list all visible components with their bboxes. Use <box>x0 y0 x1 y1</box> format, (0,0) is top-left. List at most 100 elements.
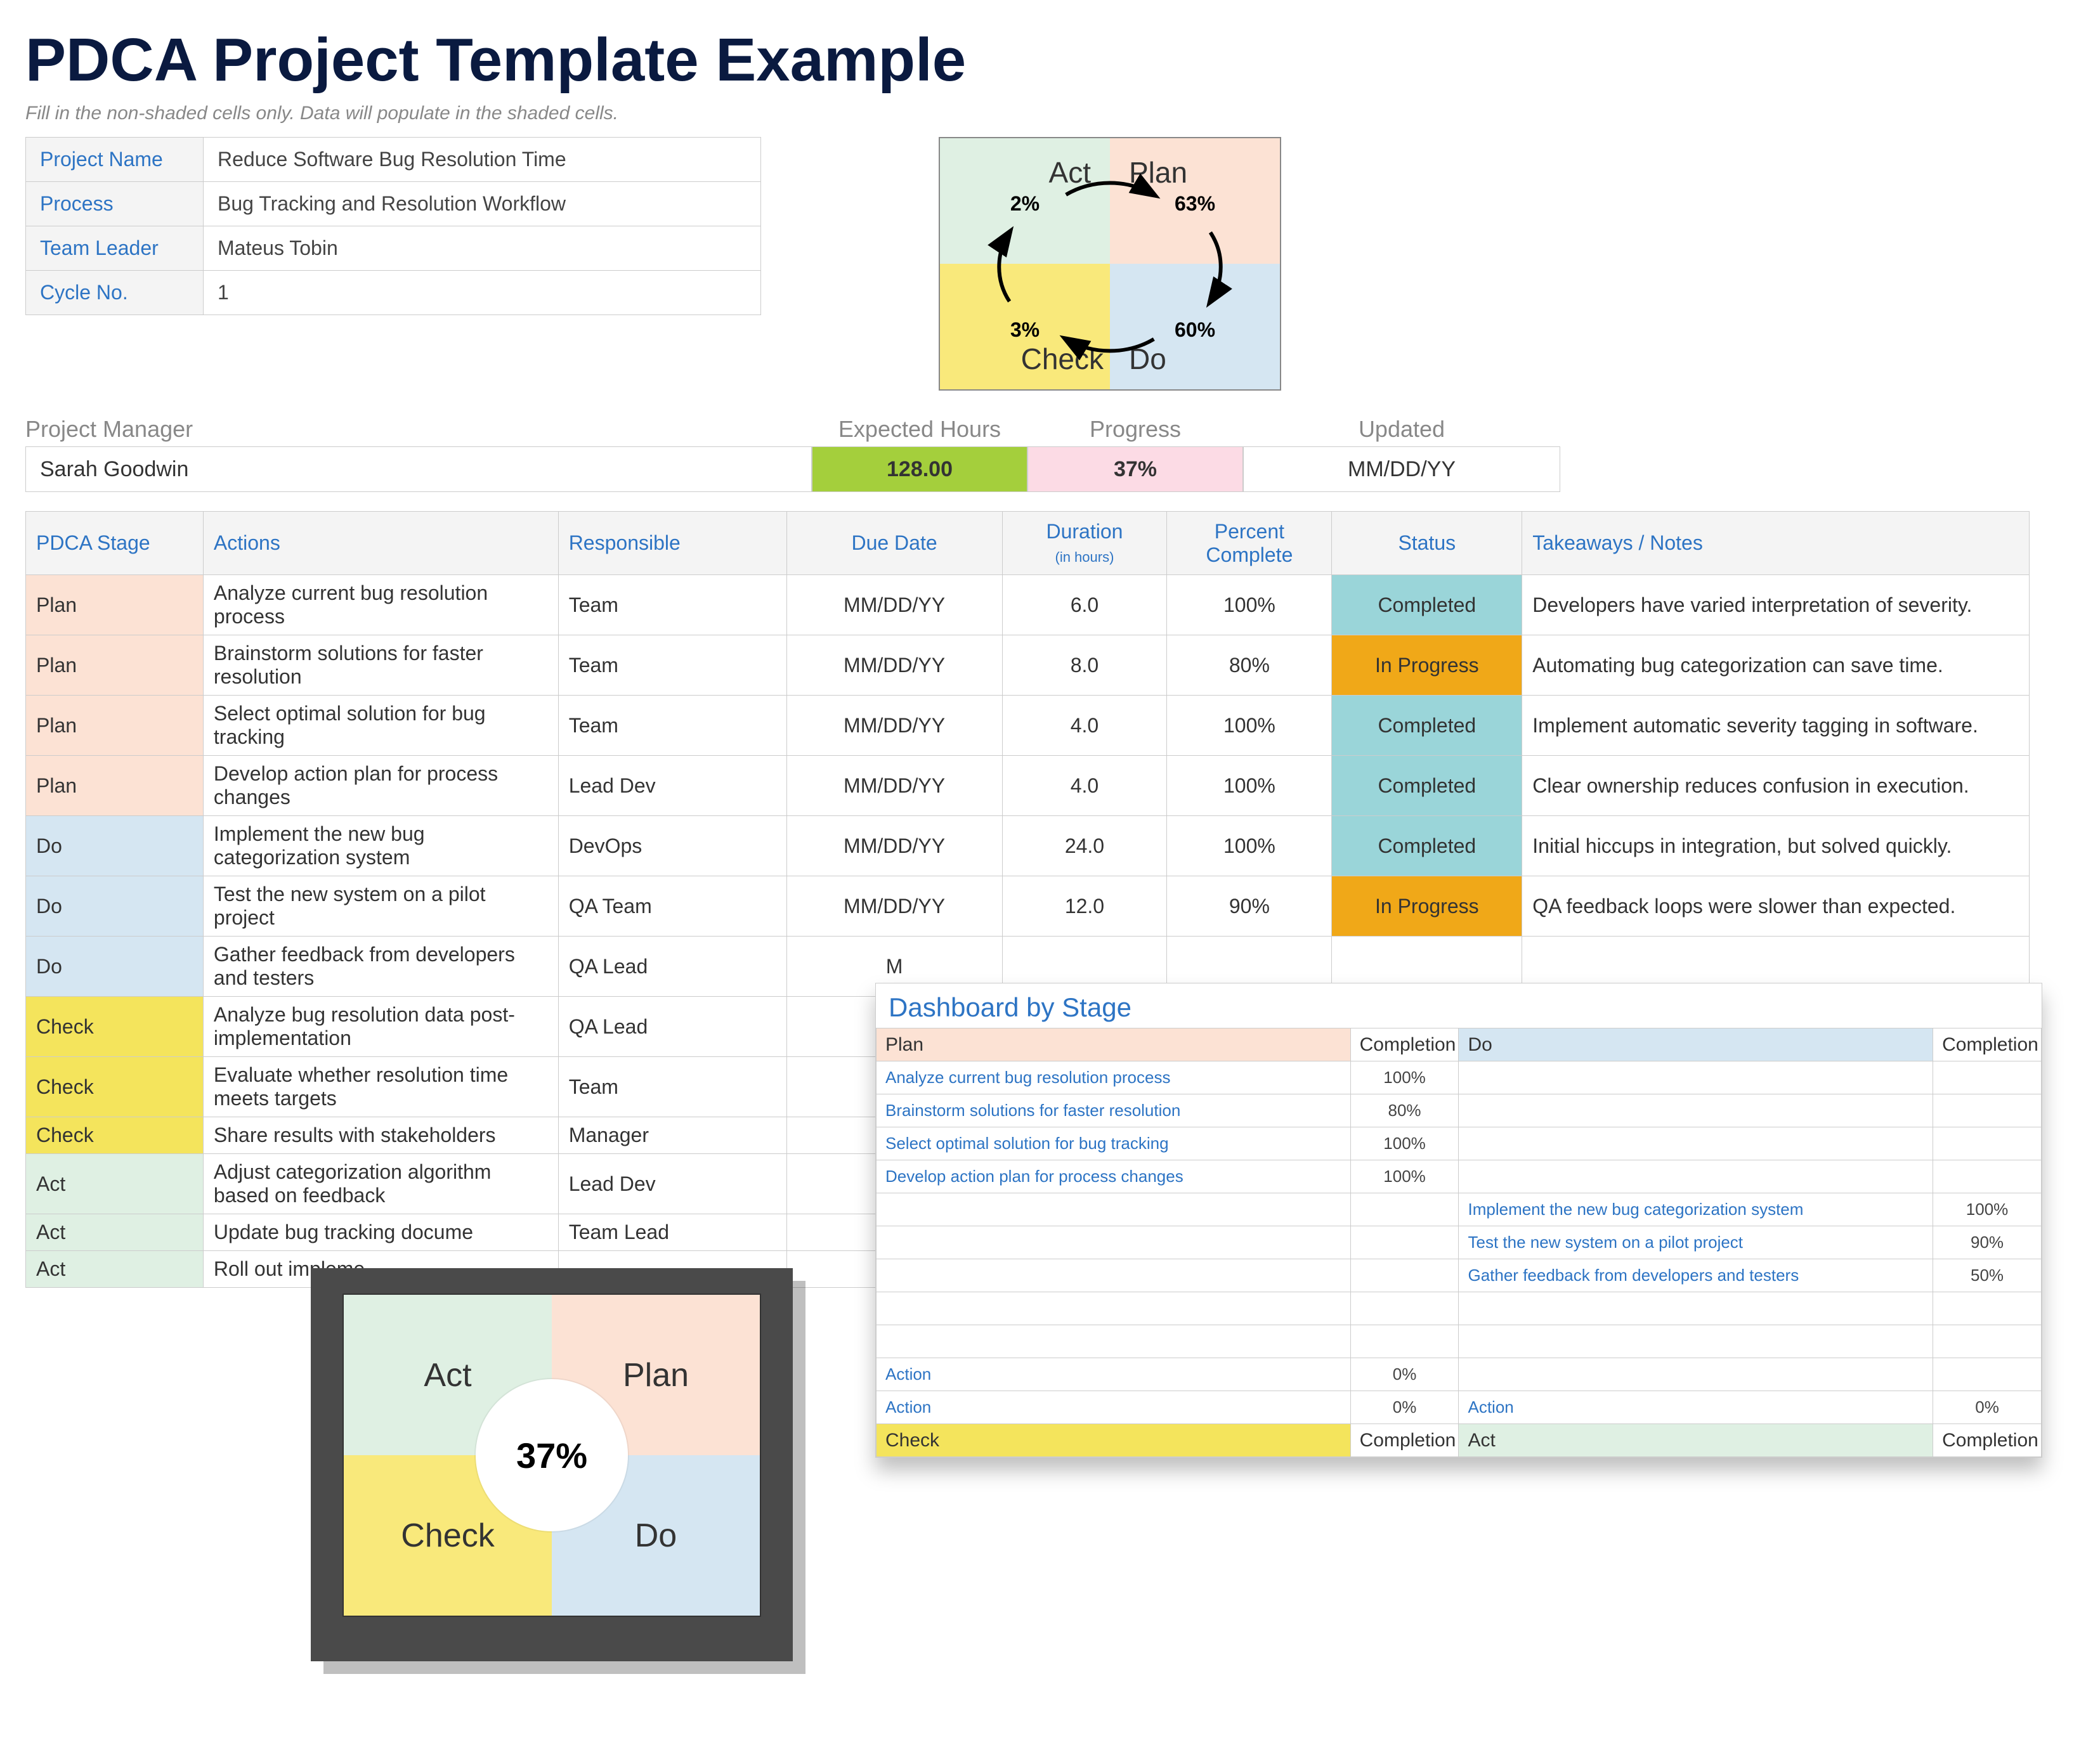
dash-plan-pct <box>1350 1292 1459 1325</box>
cell-action[interactable]: Implement the new bug categorization sys… <box>203 816 558 876</box>
dash-do-pct <box>1933 1292 2042 1325</box>
dash-do-pct: 100% <box>1933 1193 2042 1226</box>
pm-manager[interactable]: Sarah Goodwin <box>25 446 812 492</box>
cell-responsible[interactable]: Team <box>558 635 786 696</box>
cell-action[interactable]: Develop action plan for process changes <box>203 756 558 816</box>
pm-updated-label: Updated <box>1243 416 1560 446</box>
cell-responsible[interactable]: QA Lead <box>558 937 786 997</box>
dash-row: Action0%Action0% <box>877 1391 2042 1424</box>
cell-due[interactable]: MM/DD/YY <box>786 575 1002 635</box>
dash-do-pct: 0% <box>1933 1391 2042 1424</box>
meta-team-leader[interactable]: Mateus Tobin <box>204 226 761 271</box>
cell-action[interactable]: Analyze current bug resolution process <box>203 575 558 635</box>
dash-plan-pct: 0% <box>1350 1391 1459 1424</box>
cell-action[interactable]: Analyze bug resolution data post-impleme… <box>203 997 558 1057</box>
dash-do-item: Action <box>1459 1391 1933 1424</box>
dash-plan-pct <box>1350 1193 1459 1226</box>
cell-due[interactable]: MM/DD/YY <box>786 876 1002 937</box>
dash-plan-item: Analyze current bug resolution process <box>877 1061 1351 1094</box>
cell-due[interactable]: MM/DD/YY <box>786 635 1002 696</box>
dash-do-item <box>1459 1061 1933 1094</box>
cell-due[interactable]: MM/DD/YY <box>786 696 1002 756</box>
cell-notes[interactable]: Developers have varied interpretation of… <box>1522 575 2030 635</box>
cell-status[interactable]: In Progress <box>1332 876 1522 937</box>
dash-head-do: Do <box>1459 1028 1933 1061</box>
meta-cycle-no[interactable]: 1 <box>204 271 761 315</box>
dash-do-pct <box>1933 1127 2042 1160</box>
cell-due[interactable]: MM/DD/YY <box>786 756 1002 816</box>
instruction-hint: Fill in the non-shaded cells only. Data … <box>25 103 2068 124</box>
cell-responsible[interactable]: Team <box>558 575 786 635</box>
cell-responsible[interactable]: QA Lead <box>558 997 786 1057</box>
cycle-quadrant-act: Act 2% <box>940 138 1110 264</box>
cell-notes[interactable]: QA feedback loops were slower than expec… <box>1522 876 2030 937</box>
cell-responsible[interactable]: Team Lead <box>558 1214 786 1251</box>
cell-percent[interactable]: 100% <box>1167 575 1332 635</box>
header-notes: Takeaways / Notes <box>1522 512 2030 575</box>
dash-row: Implement the new bug categorization sys… <box>877 1193 2042 1226</box>
cell-notes[interactable]: Clear ownership reduces confusion in exe… <box>1522 756 2030 816</box>
header-stage: PDCA Stage <box>26 512 204 575</box>
cell-action[interactable]: Test the new system on a pilot project <box>203 876 558 937</box>
cell-duration[interactable]: 4.0 <box>1002 756 1167 816</box>
cell-percent[interactable]: 90% <box>1167 876 1332 937</box>
cell-status[interactable]: In Progress <box>1332 635 1522 696</box>
cell-duration[interactable]: 8.0 <box>1002 635 1167 696</box>
meta-project-name[interactable]: Reduce Software Bug Resolution Time <box>204 138 761 182</box>
dash-row: PlanCompletionDoCompletion <box>877 1028 2042 1061</box>
dash-plan-item: Brainstorm solutions for faster resoluti… <box>877 1094 1351 1127</box>
bigcard-center-percent: 37% <box>476 1379 628 1531</box>
cell-status[interactable]: Completed <box>1332 816 1522 876</box>
dash-plan-item: Select optimal solution for bug tracking <box>877 1127 1351 1160</box>
cell-status[interactable]: Completed <box>1332 696 1522 756</box>
cell-stage: Plan <box>26 575 204 635</box>
cell-percent[interactable]: 80% <box>1167 635 1332 696</box>
dash-plan-pct: 80% <box>1350 1094 1459 1127</box>
cell-due[interactable]: MM/DD/YY <box>786 816 1002 876</box>
dash-head-completion: Completion <box>1350 1424 1459 1457</box>
cycle-act-pct: 2% <box>1010 192 1040 216</box>
cell-stage: Plan <box>26 635 204 696</box>
cell-duration[interactable]: 4.0 <box>1002 696 1167 756</box>
cell-responsible[interactable]: Manager <box>558 1117 786 1154</box>
cell-responsible[interactable]: QA Team <box>558 876 786 937</box>
cell-duration[interactable]: 6.0 <box>1002 575 1167 635</box>
cell-notes[interactable]: Automating bug categorization can save t… <box>1522 635 2030 696</box>
meta-process-label: Process <box>26 182 204 226</box>
cell-duration[interactable]: 24.0 <box>1002 816 1167 876</box>
dash-do-item <box>1459 1094 1933 1127</box>
cell-responsible[interactable]: Team <box>558 696 786 756</box>
dash-head-act: Act <box>1459 1424 1933 1457</box>
cell-action[interactable]: Brainstorm solutions for faster resoluti… <box>203 635 558 696</box>
cycle-plan-pct: 63% <box>1175 192 1215 216</box>
cell-notes[interactable]: Implement automatic severity tagging in … <box>1522 696 2030 756</box>
cell-notes[interactable]: Initial hiccups in integration, but solv… <box>1522 816 2030 876</box>
dash-row: Gather feedback from developers and test… <box>877 1259 2042 1292</box>
cell-percent[interactable]: 100% <box>1167 756 1332 816</box>
meta-process[interactable]: Bug Tracking and Resolution Workflow <box>204 182 761 226</box>
cell-responsible[interactable]: DevOps <box>558 816 786 876</box>
cell-action[interactable]: Evaluate whether resolution time meets t… <box>203 1057 558 1117</box>
pm-hours: 128.00 <box>812 446 1027 492</box>
cell-stage: Do <box>26 876 204 937</box>
cell-action[interactable]: Gather feedback from developers and test… <box>203 937 558 997</box>
dash-do-pct <box>1933 1061 2042 1094</box>
cell-responsible[interactable]: Team <box>558 1057 786 1117</box>
cell-action[interactable]: Update bug tracking docume <box>203 1214 558 1251</box>
cell-stage: Act <box>26 1214 204 1251</box>
cell-status[interactable]: Completed <box>1332 756 1522 816</box>
cell-percent[interactable]: 100% <box>1167 816 1332 876</box>
cell-action[interactable]: Adjust categorization algorithm based on… <box>203 1154 558 1214</box>
cell-action[interactable]: Share results with stakeholders <box>203 1117 558 1154</box>
cell-duration[interactable]: 12.0 <box>1002 876 1167 937</box>
page-title: PDCA Project Template Example <box>25 25 2068 95</box>
pm-updated[interactable]: MM/DD/YY <box>1243 446 1560 492</box>
cell-action[interactable]: Select optimal solution for bug tracking <box>203 696 558 756</box>
cell-status[interactable]: Completed <box>1332 575 1522 635</box>
cell-percent[interactable]: 100% <box>1167 696 1332 756</box>
cell-responsible[interactable]: Lead Dev <box>558 1154 786 1214</box>
cycle-do-label: Do <box>1129 342 1166 376</box>
cell-responsible[interactable]: Lead Dev <box>558 756 786 816</box>
dash-do-item <box>1459 1127 1933 1160</box>
dash-do-item <box>1459 1292 1933 1325</box>
